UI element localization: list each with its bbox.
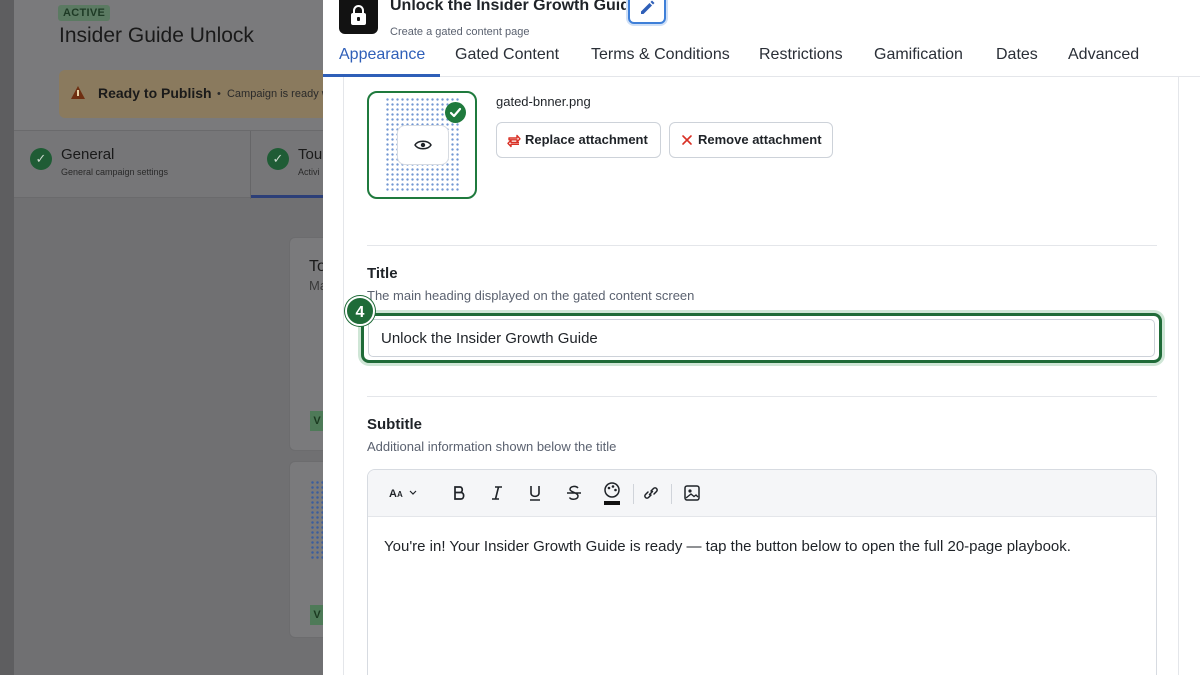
title-field-help: The main heading displayed on the gated … bbox=[367, 288, 695, 303]
editor-toolbar: A A bbox=[368, 470, 1156, 517]
underline-icon[interactable] bbox=[524, 482, 546, 504]
warning-icon-mark bbox=[77, 90, 79, 96]
attachment-filename: gated-bnner.png bbox=[496, 94, 591, 109]
banner-separator: • bbox=[217, 88, 221, 100]
toolbar-separator bbox=[633, 484, 634, 504]
eye-icon bbox=[414, 140, 432, 150]
font-size-icon[interactable]: A A bbox=[388, 482, 422, 504]
link-icon[interactable] bbox=[640, 482, 662, 504]
card-badge: V bbox=[310, 605, 324, 625]
banner-heading: Ready to Publish bbox=[98, 85, 212, 101]
strikethrough-icon[interactable] bbox=[563, 482, 585, 504]
panel-header: Unlock the Insider Growth Guide Create a… bbox=[323, 0, 1200, 77]
lock-icon bbox=[339, 0, 378, 34]
tab-appearance[interactable]: Appearance bbox=[339, 46, 425, 64]
svg-text:A: A bbox=[389, 488, 397, 500]
section-divider bbox=[367, 396, 1157, 397]
tab-restrictions[interactable]: Restrictions bbox=[759, 46, 843, 64]
italic-icon[interactable] bbox=[486, 482, 508, 504]
card-badge: V bbox=[310, 411, 324, 431]
card-thumbnail bbox=[310, 480, 324, 560]
swap-icon bbox=[507, 134, 521, 148]
step-general-subtitle: General campaign settings bbox=[61, 167, 169, 177]
step-divider bbox=[250, 131, 251, 199]
panel-tabs: Appearance Gated Content Terms & Conditi… bbox=[323, 44, 1200, 77]
background-left-strip bbox=[0, 0, 14, 675]
gated-content-panel: Unlock the Insider Growth Guide Create a… bbox=[323, 0, 1200, 675]
remove-attachment-button[interactable]: Remove attachment bbox=[669, 122, 833, 158]
title-field-label: Title bbox=[367, 265, 398, 282]
title-input[interactable] bbox=[368, 319, 1155, 357]
step-number-badge: 4 bbox=[345, 296, 375, 326]
subtitle-field-help: Additional information shown below the t… bbox=[367, 439, 617, 454]
pencil-icon bbox=[641, 0, 655, 14]
step-general-title[interactable]: General bbox=[61, 146, 114, 163]
subtitle-field-label: Subtitle bbox=[367, 416, 422, 433]
tab-dates[interactable]: Dates bbox=[996, 46, 1038, 64]
replace-attachment-button[interactable]: Replace attachment bbox=[496, 122, 661, 158]
attachment-preview[interactable] bbox=[367, 91, 477, 199]
bold-icon[interactable] bbox=[448, 482, 470, 504]
campaign-title: Insider Guide Unlock bbox=[59, 24, 254, 47]
replace-attachment-label: Replace attachment bbox=[525, 132, 648, 147]
campaign-header: ACTIVE Insider Guide Unlock Ready to Pub… bbox=[14, 0, 359, 130]
text-color-icon[interactable] bbox=[601, 480, 623, 506]
preview-button[interactable] bbox=[397, 125, 449, 165]
step-touchpoints-title[interactable]: Tou bbox=[298, 146, 322, 163]
image-icon[interactable] bbox=[681, 482, 703, 504]
panel-title: Unlock the Insider Growth Guide bbox=[390, 0, 639, 14]
title-input-focus-ring bbox=[361, 313, 1162, 363]
subtitle-rich-text-editor[interactable]: A A You're in! Your Insider Growth Guide… bbox=[367, 469, 1157, 675]
tab-gamification[interactable]: Gamification bbox=[874, 46, 963, 64]
remove-attachment-label: Remove attachment bbox=[698, 132, 822, 147]
panel-subtitle: Create a gated content page bbox=[390, 26, 530, 38]
status-badge: ACTIVE bbox=[58, 5, 111, 21]
toolbar-separator bbox=[671, 484, 672, 504]
tab-gated-content[interactable]: Gated Content bbox=[455, 46, 559, 64]
svg-text:A: A bbox=[397, 490, 403, 499]
step-check-icon: ✓ bbox=[267, 148, 289, 170]
section-divider bbox=[367, 245, 1157, 246]
step-check-icon: ✓ bbox=[30, 148, 52, 170]
close-icon bbox=[682, 135, 692, 145]
selected-check-icon bbox=[445, 102, 466, 123]
edit-title-button[interactable] bbox=[628, 0, 666, 24]
step-touchpoints-subtitle: Activi bbox=[298, 167, 320, 177]
tab-terms-conditions[interactable]: Terms & Conditions bbox=[591, 46, 730, 64]
wizard-steps: ✓ General General campaign settings ✓ To… bbox=[14, 130, 354, 199]
publish-banner: Ready to Publish • Campaign is ready wit… bbox=[59, 70, 359, 118]
tab-advanced[interactable]: Advanced bbox=[1068, 46, 1139, 64]
subtitle-editor-content[interactable]: You're in! Your Insider Growth Guide is … bbox=[384, 536, 1144, 558]
